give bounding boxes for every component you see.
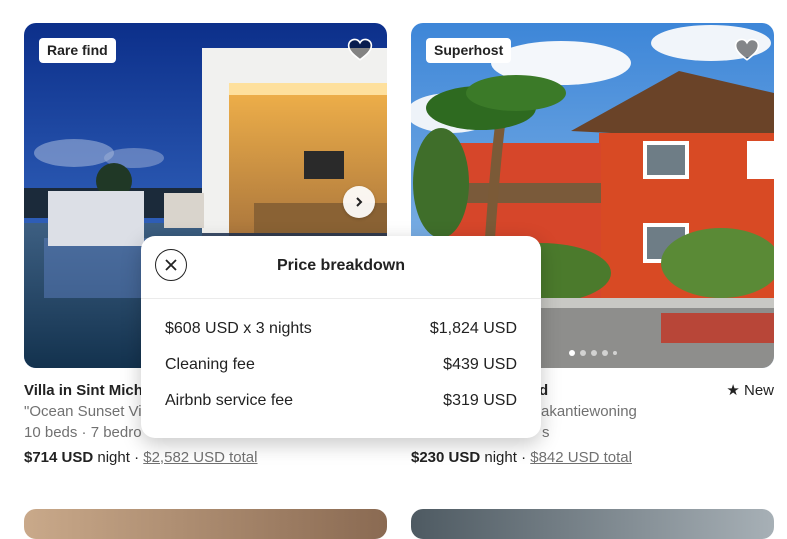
nightly-price: $714 USD [24, 449, 94, 466]
dialog-header: Price breakdown [141, 236, 541, 299]
chevron-right-icon [356, 197, 363, 207]
listing-price: $230 USD night · $842 USD total [411, 447, 774, 468]
price-row-label: Cleaning fee [165, 356, 255, 373]
total-price-link[interactable]: $2,582 USD total [143, 449, 257, 466]
listing-badge: Superhost [426, 38, 512, 63]
price-breakdown-list: $608 USD x 3 nights $1,824 USD Cleaning … [141, 299, 541, 419]
total-price-link[interactable]: $842 USD total [530, 449, 632, 466]
dialog-title: Price breakdown [276, 257, 406, 274]
price-row: $608 USD x 3 nights $1,824 USD [165, 311, 517, 347]
pagination-dot[interactable] [601, 350, 608, 356]
rating-label: New [743, 382, 774, 399]
pagination-dot[interactable] [568, 350, 575, 356]
price-row: Cleaning fee $439 USD [165, 347, 517, 383]
price-row-label: Airbnb service fee [165, 392, 294, 409]
heart-icon[interactable] [734, 37, 760, 63]
star-icon: ★ [726, 382, 740, 399]
pagination-dot[interactable] [590, 350, 597, 356]
listing-price: $714 USD night · $2,582 USD total [24, 447, 387, 468]
listing-photo-next-row[interactable] [24, 509, 387, 539]
price-row-value: $439 USD [443, 356, 517, 373]
price-unit: night · [93, 449, 144, 466]
price-row-value: $1,824 USD [429, 320, 517, 337]
listing-photo-next-row[interactable] [411, 509, 774, 539]
price-row: Airbnb service fee $319 USD [165, 383, 517, 419]
pagination-dot[interactable] [612, 351, 617, 355]
listing-badge: Rare find [39, 38, 116, 63]
listing-rating: ★ New [726, 380, 774, 401]
price-row-label: $608 USD x 3 nights [165, 320, 312, 337]
heart-icon[interactable] [347, 37, 373, 63]
price-breakdown-dialog: Price breakdown $608 USD x 3 nights $1,8… [141, 236, 541, 438]
next-photo-button[interactable] [343, 186, 375, 218]
price-row-value: $319 USD [443, 392, 517, 409]
pagination-dot[interactable] [579, 350, 586, 356]
photo-pagination-dots [568, 350, 617, 356]
price-unit: night · [480, 449, 531, 466]
nightly-price: $230 USD [411, 449, 481, 466]
